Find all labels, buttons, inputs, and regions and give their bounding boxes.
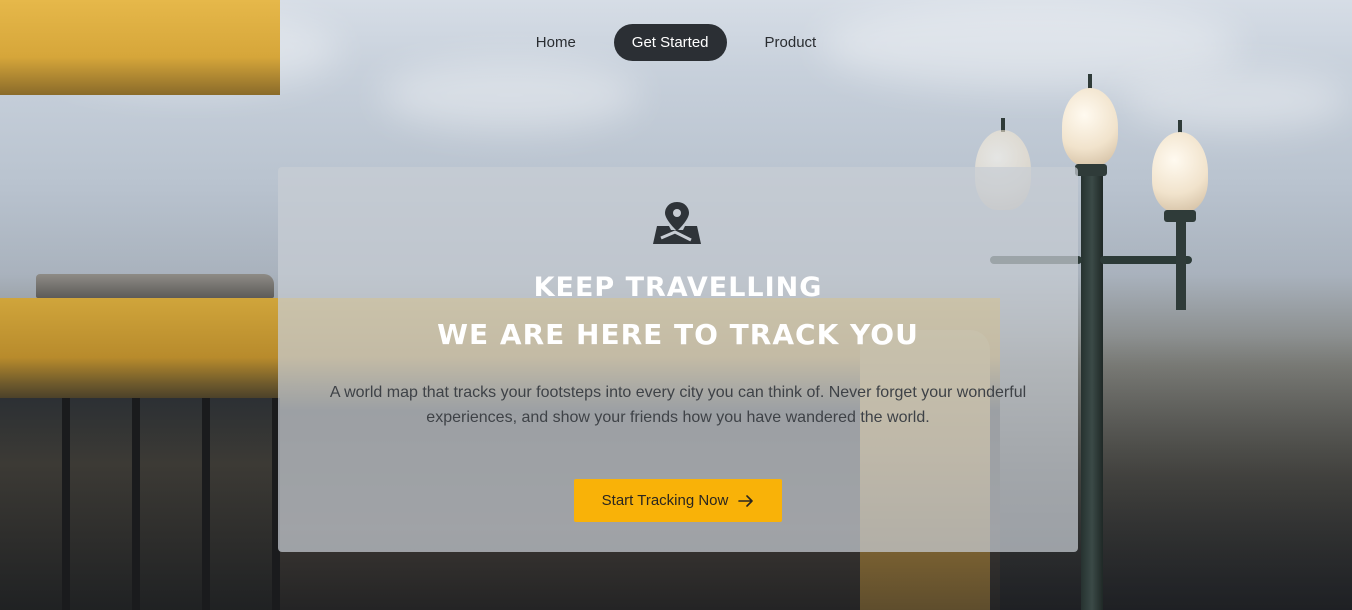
start-tracking-label: Start Tracking Now xyxy=(601,492,729,509)
hero-card: KEEP TRAVELLING WE ARE HERE TO TRACK YOU… xyxy=(278,167,1078,552)
nav-get-started[interactable]: Get Started xyxy=(613,24,727,61)
arrow-right-icon xyxy=(738,494,754,507)
hero-description: A world map that tracks your footsteps i… xyxy=(329,384,1027,426)
hero-title-line2: WE ARE HERE TO TRACK YOU xyxy=(437,318,919,351)
nav-product[interactable]: Product xyxy=(747,24,835,61)
nav-home[interactable]: Home xyxy=(518,24,594,61)
map-pin-icon xyxy=(653,202,701,244)
top-nav: Home Get Started Product xyxy=(0,24,1352,61)
start-tracking-button[interactable]: Start Tracking Now xyxy=(574,479,782,522)
hero-title-line1: KEEP TRAVELLING xyxy=(533,272,823,303)
